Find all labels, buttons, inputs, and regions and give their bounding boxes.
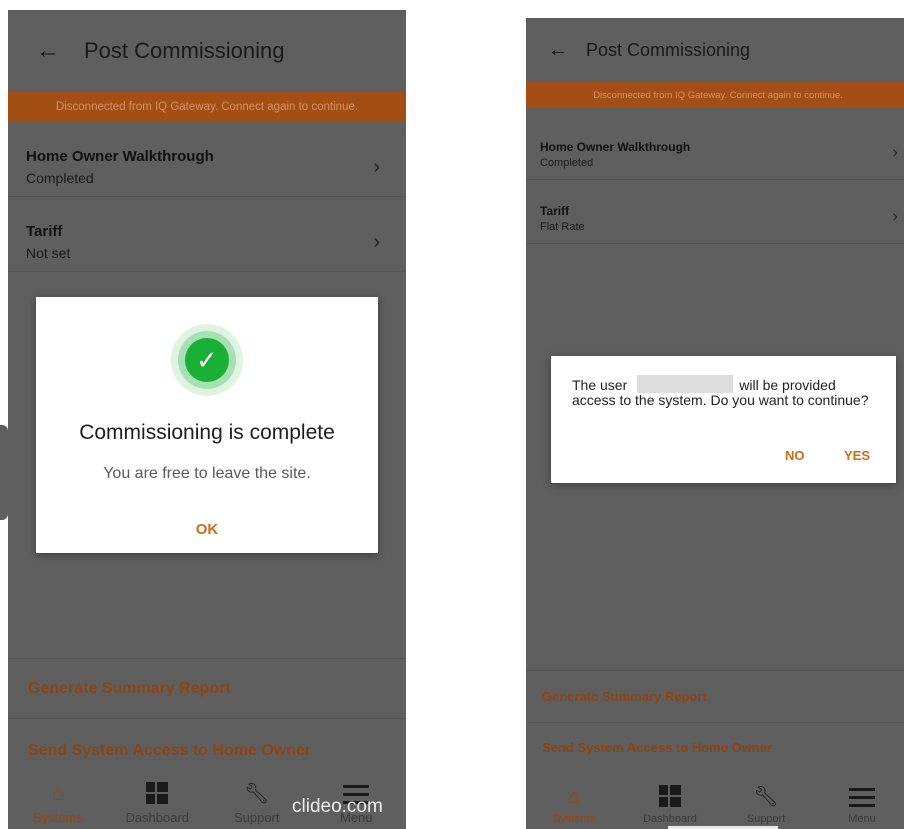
app-bar: ← Post Commissioning: [8, 10, 406, 92]
row-title: Tariff: [26, 223, 63, 240]
wrench-icon: 🔧︎: [753, 786, 779, 808]
back-arrow-icon[interactable]: ←: [548, 40, 568, 60]
home-icon: ⌂: [567, 786, 581, 808]
disconnected-banner: Disconnected from IQ Gateway. Connect ag…: [8, 92, 406, 122]
back-arrow-icon[interactable]: ←: [36, 39, 60, 63]
row-status: Flat Rate: [540, 221, 585, 233]
check-circle-icon: ✓: [185, 338, 229, 382]
yes-button[interactable]: YES: [844, 448, 870, 463]
dialog-message: You are free to leave the site.: [103, 465, 311, 482]
nav-label: Support: [233, 810, 280, 825]
nav-item-dashboard[interactable]: Dashboard: [108, 777, 208, 829]
message-prefix: The user: [572, 377, 628, 393]
success-icon-halo: ✓: [171, 324, 243, 396]
row-title: Home Owner Walkthrough: [26, 148, 214, 165]
watermark-text: clideo.com: [292, 796, 383, 817]
redacted-username: [637, 375, 734, 393]
list-item-home-owner-walkthrough[interactable]: Home Owner Walkthrough Completed ›: [8, 122, 406, 197]
app-bar: ← Post Commissioning: [526, 18, 904, 82]
row-status: Not set: [26, 245, 71, 261]
ok-button[interactable]: OK: [36, 521, 378, 538]
nav-label: Support: [746, 813, 786, 825]
commissioning-complete-dialog: ✓ Commissioning is complete You are free…: [36, 297, 378, 553]
disconnected-banner: Disconnected from IQ Gateway. Connect ag…: [526, 82, 904, 108]
grant-access-confirm-dialog: The user will be provided access to the s…: [551, 356, 896, 483]
row-status: Completed: [540, 157, 594, 169]
nav-label: Dashboard: [643, 813, 697, 825]
nav-item-systems[interactable]: ⌂ Systems: [8, 777, 108, 829]
bottom-navigation: ⌂ Systems Dashboard 🔧︎ Support Menu: [526, 771, 904, 829]
dashboard-icon: [659, 785, 681, 807]
nav-item-support[interactable]: 🔧︎ Support: [718, 771, 814, 829]
generate-summary-report-button[interactable]: Generate Summary Report: [526, 670, 904, 722]
nav-item-systems[interactable]: ⌂ Systems: [526, 771, 622, 829]
chevron-right-icon: ›: [373, 156, 380, 178]
dashboard-icon: [146, 782, 169, 804]
no-button[interactable]: NO: [785, 448, 805, 463]
chevron-right-icon: ›: [892, 208, 898, 225]
menu-icon: [849, 788, 875, 807]
nav-label: Systems: [32, 810, 83, 825]
chevron-right-icon: ›: [892, 144, 898, 161]
page-title: Post Commissioning: [586, 39, 751, 60]
row-title: Home Owner Walkthrough: [540, 140, 691, 154]
home-icon: ⌂: [51, 783, 64, 805]
row-title: Tariff: [540, 204, 570, 218]
row-status: Completed: [26, 170, 94, 186]
nav-label: Dashboard: [125, 810, 190, 825]
list-item-tariff[interactable]: Tariff Flat Rate ›: [526, 180, 904, 244]
dialog-message: The user will be provided access to the s…: [572, 375, 874, 408]
send-system-access-button[interactable]: Send System Access to Home Owner: [8, 718, 406, 776]
wrench-icon: 🔧︎: [244, 783, 270, 805]
list-item-home-owner-walkthrough[interactable]: Home Owner Walkthrough Completed ›: [526, 116, 904, 180]
chevron-right-icon: ›: [373, 231, 380, 253]
page-title: Post Commissioning: [84, 38, 285, 63]
nav-item-menu[interactable]: Menu: [814, 771, 904, 829]
side-edge-tab: [0, 425, 8, 520]
send-system-access-button[interactable]: Send System Access to Home Owner: [526, 722, 904, 772]
dialog-title: Commissioning is complete: [79, 421, 335, 444]
nav-item-dashboard[interactable]: Dashboard: [622, 771, 718, 829]
nav-label: Systems: [552, 813, 596, 825]
generate-summary-report-button[interactable]: Generate Summary Report: [8, 658, 406, 718]
nav-label: Menu: [848, 813, 876, 825]
list-item-tariff[interactable]: Tariff Not set ›: [8, 197, 406, 272]
